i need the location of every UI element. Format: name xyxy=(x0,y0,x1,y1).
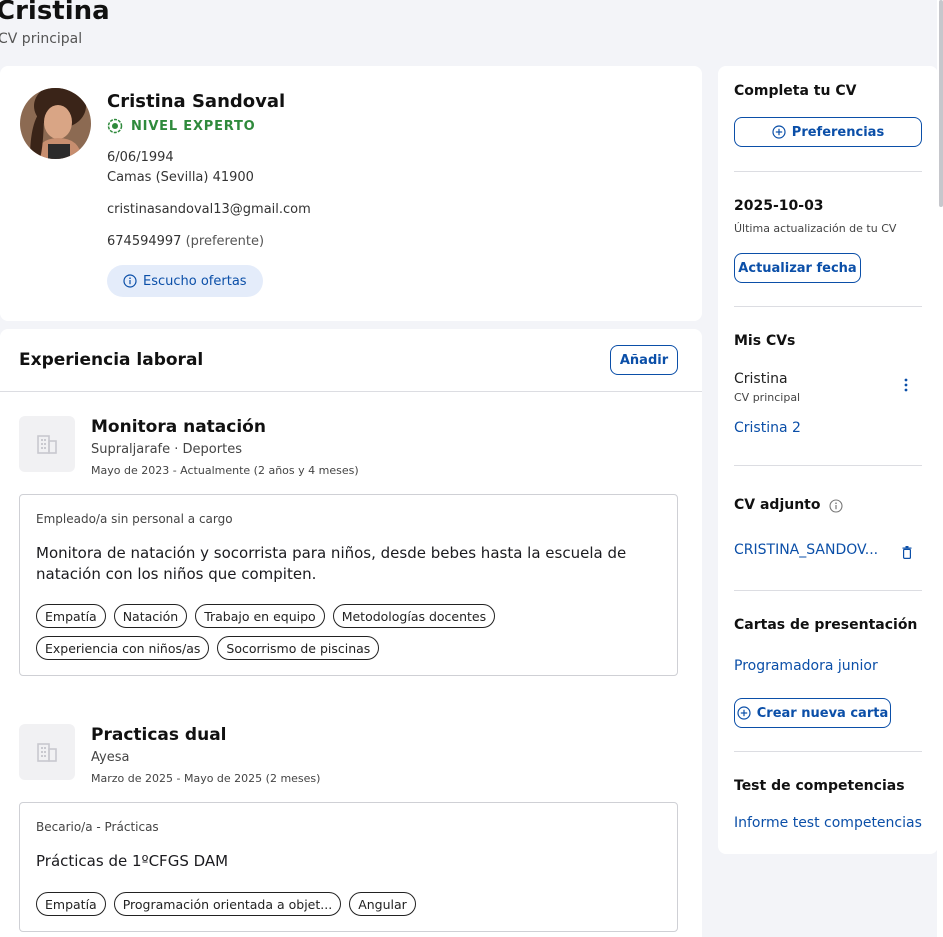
job-description: Monitora de natación y socorrista para n… xyxy=(36,544,627,583)
building-icon xyxy=(37,743,57,762)
page-title: Cristina xyxy=(0,0,110,26)
cv-item-caption: CV principal xyxy=(734,391,801,404)
cover-letters-title: Cartas de presentación xyxy=(734,617,918,633)
phone-note: (preferente) xyxy=(185,234,265,249)
divider xyxy=(734,751,922,752)
skill-tag: Programación orientada a objet... xyxy=(113,892,342,916)
sidebar-card: Completa tu CV Preferencias 2025-10-03 Ú… xyxy=(718,66,938,854)
skill-tag: Angular xyxy=(349,892,416,916)
job-dates: Mayo de 2023 - Actualmente (2 años y 4 m… xyxy=(91,464,359,477)
test-title: Test de competencias xyxy=(734,778,905,794)
company-logo xyxy=(19,416,75,472)
page-scrollbar-thumb[interactable] xyxy=(939,0,943,207)
create-letter-label: Crear nueva carta xyxy=(756,705,889,721)
cover-letter-link[interactable]: Programadora junior xyxy=(734,658,878,674)
job-details: Empleado/a sin personal a cargo Monitora… xyxy=(19,494,678,676)
skill-tag: Metodologías docentes xyxy=(332,604,496,628)
plus-circle-icon xyxy=(737,706,751,720)
skill-tag: Empatía xyxy=(36,892,106,916)
skill-tags: Empatía Programación orientada a objet..… xyxy=(36,892,656,916)
preferences-label: Preferencias xyxy=(791,124,885,140)
company-logo xyxy=(19,724,75,780)
update-date-button[interactable]: Actualizar fecha xyxy=(734,253,861,283)
birthdate: 6/06/1994 xyxy=(107,150,174,165)
info-icon[interactable] xyxy=(829,498,843,517)
email: cristinasandoval13@gmail.com xyxy=(107,202,311,217)
job-title[interactable]: Monitora natación xyxy=(91,417,266,437)
experience-title: Experiencia laboral xyxy=(19,350,204,370)
attached-file-link[interactable]: CRISTINA_SANDOV... xyxy=(734,542,878,558)
phone-row: 674594997 (preferente) xyxy=(107,234,264,249)
create-letter-button[interactable]: Crear nueva carta xyxy=(734,698,891,728)
vertical-dots-icon[interactable] xyxy=(904,377,908,396)
level-badge: NIVEL EXPERTO xyxy=(107,118,256,134)
trash-icon[interactable] xyxy=(902,544,912,563)
offers-chip[interactable]: Escucho ofertas xyxy=(107,265,263,297)
divider xyxy=(734,465,922,466)
divider xyxy=(734,171,922,172)
skill-tag: Trabajo en equipo xyxy=(195,604,325,628)
divider xyxy=(734,306,922,307)
offers-chip-label: Escucho ofertas xyxy=(143,273,247,289)
divider xyxy=(0,391,702,392)
location: Camas (Sevilla) 41900 xyxy=(107,170,254,185)
job-description: Prácticas de 1ºCFGS DAM xyxy=(36,852,229,870)
experience-card: Experiencia laboral Añadir Monitora nata… xyxy=(0,329,702,937)
page-subtitle: CV principal xyxy=(0,31,83,47)
job-type: Becario/a - Prácticas xyxy=(36,820,159,834)
skill-tag: Empatía xyxy=(36,604,106,628)
preferences-button[interactable]: Preferencias xyxy=(734,117,922,147)
building-icon xyxy=(37,435,57,454)
job-company: Ayesa xyxy=(91,750,130,765)
attached-cv-title: CV adjunto xyxy=(734,497,821,513)
complete-cv-title: Completa tu CV xyxy=(734,83,857,99)
job-dates: Marzo de 2025 - Mayo de 2025 (2 meses) xyxy=(91,772,321,785)
level-label: NIVEL EXPERTO xyxy=(131,118,256,134)
profile-card: Cristina Sandoval NIVEL EXPERTO 6/06/199… xyxy=(0,66,702,321)
my-cvs-title: Mis CVs xyxy=(734,333,796,349)
phone: 674594997 xyxy=(107,234,182,249)
job-type: Empleado/a sin personal a cargo xyxy=(36,512,233,526)
skill-tag: Experiencia con niños/as xyxy=(36,636,210,660)
plus-circle-icon xyxy=(772,125,786,139)
job-details: Becario/a - Prácticas Prácticas de 1ºCFG… xyxy=(19,802,678,932)
avatar xyxy=(20,88,91,159)
cv-item-name[interactable]: Cristina xyxy=(734,371,788,387)
update-caption: Última actualización de tu CV xyxy=(734,222,897,235)
skill-tag: Natación xyxy=(113,604,188,628)
job-company: Supraljarafe · Deportes xyxy=(91,442,242,457)
update-date: 2025-10-03 xyxy=(734,198,824,214)
profile-name: Cristina Sandoval xyxy=(107,91,286,112)
skill-tags: Empatía Natación Trabajo en equipo Metod… xyxy=(36,604,656,660)
skill-tag: Socorrismo de piscinas xyxy=(217,636,380,660)
divider xyxy=(734,590,922,591)
badge-check-icon xyxy=(107,118,123,134)
info-icon xyxy=(123,274,137,288)
add-experience-button[interactable]: Añadir xyxy=(610,345,678,375)
job-title[interactable]: Practicas dual xyxy=(91,725,227,745)
cv-link[interactable]: Cristina 2 xyxy=(734,420,801,436)
test-report-link[interactable]: Informe test competencias xyxy=(734,815,922,831)
